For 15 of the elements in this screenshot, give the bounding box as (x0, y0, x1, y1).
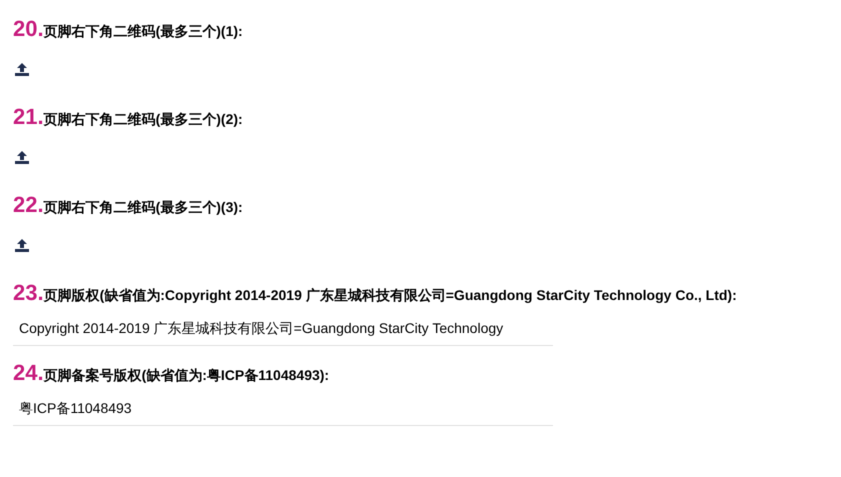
field-label: 页脚右下角二维码(最多三个)(2): (44, 110, 243, 129)
field-number: 22. (13, 194, 44, 216)
upload-icon[interactable] (15, 239, 29, 252)
upload-icon[interactable] (15, 63, 29, 76)
text-field[interactable]: 粤ICP备11048493 (13, 396, 553, 426)
field-number: 23. (13, 282, 44, 304)
text-field[interactable]: Copyright 2014-2019 广东星城科技有限公司=Guangdong StarCity Technology (13, 316, 553, 346)
field-label: 页脚备案号版权(缺省值为:粤ICP备11048493): (44, 366, 330, 385)
upload-icon[interactable] (15, 151, 29, 164)
field-label: 页脚右下角二维码(最多三个)(3): (44, 198, 243, 217)
field-number: 20. (13, 18, 44, 40)
field-label: 页脚右下角二维码(最多三个)(1): (44, 22, 243, 41)
field-label: 页脚版权(缺省值为:Copyright 2014-2019 广东星城科技有限公司=Guangdong StarCity Technology Co., Ltd): (44, 286, 737, 305)
field-number: 21. (13, 106, 44, 128)
field-number: 24. (13, 362, 44, 384)
